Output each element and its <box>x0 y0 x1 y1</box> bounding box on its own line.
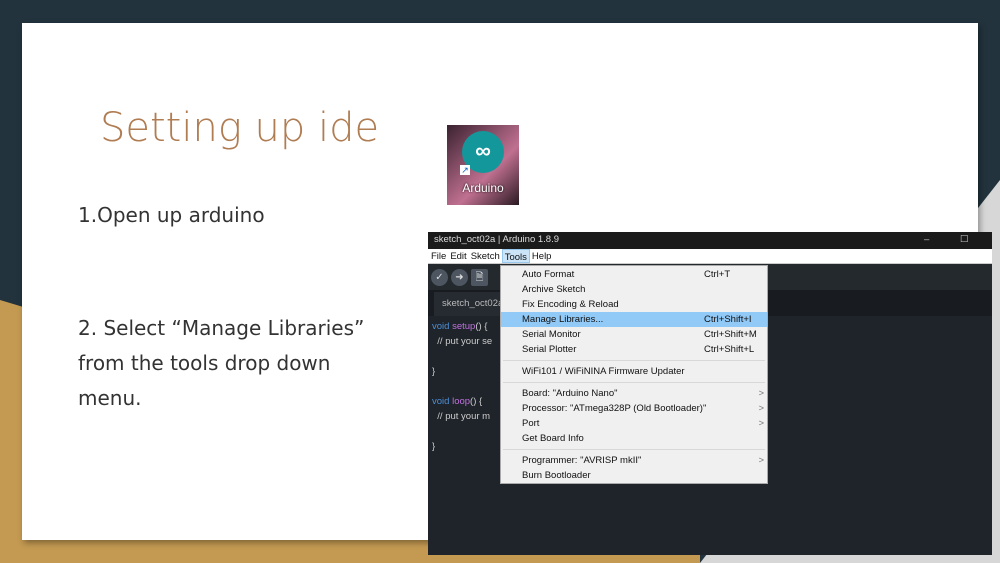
arduino-desktop-icon[interactable]: ∞ ↗ Arduino <box>447 125 519 205</box>
tools-dropdown-menu: Auto Format Ctrl+T Archive Sketch Fix Enc… <box>500 265 768 484</box>
menu-item-label: Programmer: "AVRISP mkII" <box>522 455 642 466</box>
menu-item-label: Port <box>522 418 540 429</box>
menu-tools[interactable]: Tools <box>501 249 530 263</box>
menu-item-label: Serial Plotter <box>522 344 577 355</box>
menu-item-get-board-info[interactable]: Get Board Info <box>501 431 767 446</box>
menu-item-serial-monitor[interactable]: Serial Monitor Ctrl+Shift+M <box>501 327 767 342</box>
code-text: () { <box>470 396 483 407</box>
menu-item-label: Serial Monitor <box>522 329 581 340</box>
menu-item-serial-plotter[interactable]: Serial Plotter Ctrl+Shift+L <box>501 342 767 357</box>
slide-title: Setting up ide <box>100 105 380 151</box>
menu-help[interactable]: Help <box>530 249 554 263</box>
menu-item-label: Auto Format <box>522 269 575 280</box>
submenu-arrow-icon: > <box>758 418 764 429</box>
menu-item-archive-sketch[interactable]: Archive Sketch <box>501 282 767 297</box>
menu-item-shortcut: Ctrl+Shift+L <box>704 344 755 355</box>
menu-item-label: WiFi101 / WiFiNINA Firmware Updater <box>522 366 685 377</box>
menu-item-label: Fix Encoding & Reload <box>522 299 619 310</box>
new-file-icon[interactable]: 🗎 <box>471 268 488 286</box>
menu-item-firmware-updater[interactable]: WiFi101 / WiFiNINA Firmware Updater <box>501 364 767 379</box>
menu-item-label: Burn Bootloader <box>522 470 591 481</box>
minimize-button[interactable]: – <box>924 232 929 247</box>
code-keyword: void <box>432 321 450 332</box>
menu-bar: File Edit Sketch Tools Help <box>428 249 992 264</box>
arduino-ide-window: sketch_oct02a | Arduino 1.8.9 – ☐ File E… <box>428 232 992 555</box>
menu-item-shortcut: Ctrl+T <box>704 269 731 280</box>
menu-separator <box>503 449 765 450</box>
menu-item-label: Manage Libraries... <box>522 314 604 325</box>
verify-icon[interactable]: ✓ <box>431 268 448 286</box>
step-2-text: 2. Select “Manage Libraries” from the to… <box>78 311 364 416</box>
code-function: setup <box>452 321 476 332</box>
menu-item-fix-encoding[interactable]: Fix Encoding & Reload <box>501 297 767 312</box>
menu-item-programmer[interactable]: Programmer: "AVRISP mkII" > <box>501 453 767 468</box>
submenu-arrow-icon: > <box>758 403 764 414</box>
menu-item-manage-libraries[interactable]: Manage Libraries... Ctrl+Shift+I <box>501 312 767 327</box>
window-title: sketch_oct02a | Arduino 1.8.9 <box>434 234 559 245</box>
title-bar: sketch_oct02a | Arduino 1.8.9 – ☐ <box>428 232 992 249</box>
step-2-line: menu. <box>78 386 142 410</box>
submenu-arrow-icon: > <box>758 455 764 466</box>
code-keyword: void <box>432 396 450 407</box>
step-2-line: from the tools drop down <box>78 351 331 375</box>
menu-item-shortcut: Ctrl+Shift+I <box>704 314 752 325</box>
submenu-arrow-icon: > <box>758 388 764 399</box>
menu-separator <box>503 360 765 361</box>
maximize-button[interactable]: ☐ <box>960 232 969 247</box>
menu-item-label: Processor: "ATmega328P (Old Bootloader)" <box>522 403 707 414</box>
menu-item-label: Board: "Arduino Nano" <box>522 388 618 399</box>
step-2-line: 2. Select “Manage Libraries” <box>78 316 365 340</box>
menu-sketch[interactable]: Sketch <box>469 249 502 263</box>
menu-item-auto-format[interactable]: Auto Format Ctrl+T <box>501 267 767 282</box>
code-function: loop <box>452 396 471 407</box>
menu-item-board[interactable]: Board: "Arduino Nano" > <box>501 386 767 401</box>
menu-item-port[interactable]: Port > <box>501 416 767 431</box>
menu-item-label: Archive Sketch <box>522 284 586 295</box>
menu-item-burn-bootloader[interactable]: Burn Bootloader <box>501 468 767 483</box>
code-text: () { <box>475 321 488 332</box>
menu-file[interactable]: File <box>429 249 448 263</box>
desktop-icon-label: Arduino <box>462 181 504 195</box>
menu-edit[interactable]: Edit <box>448 249 468 263</box>
menu-item-processor[interactable]: Processor: "ATmega328P (Old Bootloader)"… <box>501 401 767 416</box>
step-1-text: 1.Open up arduino <box>78 203 265 227</box>
menu-item-label: Get Board Info <box>522 433 584 444</box>
menu-item-shortcut: Ctrl+Shift+M <box>704 329 757 340</box>
shortcut-arrow-icon: ↗ <box>460 165 470 175</box>
menu-separator <box>503 382 765 383</box>
upload-icon[interactable]: ➜ <box>451 268 468 286</box>
tab-sketch[interactable]: sketch_oct02a <box>434 292 504 316</box>
